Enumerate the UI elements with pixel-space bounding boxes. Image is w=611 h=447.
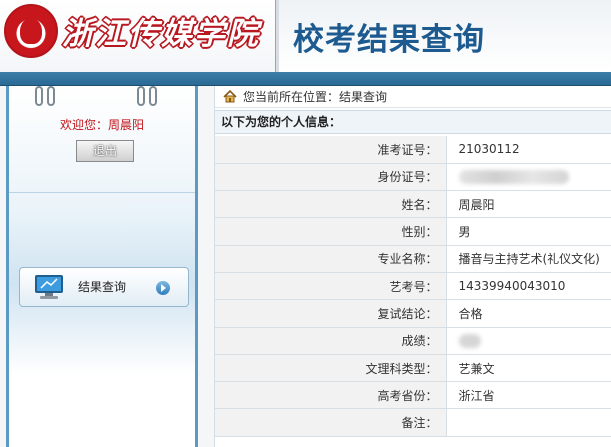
row-label: 性别： bbox=[215, 217, 447, 246]
system-title: 校考结果查询 bbox=[293, 22, 485, 58]
header-title-area: 校考结果查询 bbox=[279, 0, 611, 72]
binder-ring-icon bbox=[137, 86, 145, 106]
monitor-icon bbox=[35, 275, 63, 299]
school-name: 浙江传媒学院 bbox=[62, 16, 260, 52]
row-value: 周晨阳 bbox=[446, 190, 611, 219]
user-name: 周晨阳 bbox=[108, 118, 145, 132]
logout-button[interactable]: 退出 bbox=[76, 140, 134, 162]
school-logo bbox=[4, 4, 58, 58]
header-bar bbox=[0, 72, 611, 86]
logo-emblem-icon bbox=[20, 18, 42, 44]
table-row: 姓名： 周晨阳 bbox=[215, 190, 611, 219]
binder-ring-icon bbox=[35, 86, 43, 106]
welcome-prefix: 欢迎您： bbox=[59, 118, 108, 132]
table-row: 艺考号： 14339940043010 bbox=[215, 272, 611, 301]
row-value: 播音与主持艺术(礼仪文化) bbox=[446, 245, 611, 273]
table-row: 性别： 男 bbox=[215, 217, 611, 246]
row-value: 14339940043010 bbox=[446, 272, 611, 301]
header-brand: 浙江传媒学院 bbox=[0, 0, 275, 72]
section-title: 以下为您的个人信息： bbox=[215, 110, 611, 134]
row-value bbox=[446, 163, 611, 192]
sidebar-divider bbox=[9, 192, 195, 193]
table-row: 高考省份： 浙江省 bbox=[215, 381, 611, 410]
row-label: 艺考号： bbox=[215, 272, 447, 301]
redacted-id-number bbox=[458, 170, 569, 185]
main-content: 您当前所在位置：结果查询 以下为您的个人信息： 准考证号： 21030112 身… bbox=[214, 86, 611, 447]
table-row: 备注： bbox=[215, 408, 611, 437]
row-label: 文理科类型： bbox=[215, 354, 447, 383]
table-row: 身份证号： bbox=[215, 163, 611, 192]
page: 浙江传媒学院 校考结果查询 欢迎您：周晨阳 退出 结果查询 您当前所在位置：结果… bbox=[0, 0, 611, 447]
row-value bbox=[446, 408, 611, 437]
row-value: 合格 bbox=[446, 299, 611, 328]
welcome-message: 欢迎您：周晨阳 bbox=[9, 116, 195, 133]
row-value: 21030112 bbox=[446, 136, 611, 164]
table-row: 专业名称： 播音与主持艺术(礼仪文化) bbox=[215, 245, 611, 273]
chevron-right-icon bbox=[156, 281, 170, 295]
binder-ring-icon bbox=[149, 86, 157, 106]
row-label: 成绩： bbox=[215, 327, 447, 355]
table-row: 文理科类型： 艺兼文 bbox=[215, 354, 611, 383]
row-label: 姓名： bbox=[215, 190, 447, 219]
table-row: 准考证号： 21030112 bbox=[215, 136, 611, 164]
binder-rings-right bbox=[137, 86, 167, 110]
home-icon bbox=[223, 90, 237, 103]
row-label: 备注： bbox=[215, 408, 447, 437]
personal-info-table: 准考证号： 21030112 身份证号： 姓名： 周晨阳 性别： 男 专业名称：… bbox=[215, 136, 611, 437]
breadcrumb: 您当前所在位置：结果查询 bbox=[215, 86, 611, 108]
row-value: 男 bbox=[446, 217, 611, 246]
redacted-score bbox=[458, 333, 481, 348]
row-label: 专业名称： bbox=[215, 245, 447, 273]
row-value: 艺兼文 bbox=[446, 354, 611, 383]
binder-ring-icon bbox=[47, 86, 55, 106]
row-value bbox=[446, 327, 611, 355]
sidebar: 欢迎您：周晨阳 退出 结果查询 bbox=[6, 86, 198, 447]
header: 浙江传媒学院 校考结果查询 bbox=[0, 0, 611, 86]
row-value: 浙江省 bbox=[446, 381, 611, 410]
sidebar-item-label: 结果查询 bbox=[78, 280, 127, 294]
binder-rings-left bbox=[35, 86, 65, 110]
table-row: 复试结论： 合格 bbox=[215, 299, 611, 328]
row-label: 高考省份： bbox=[215, 381, 447, 410]
sidebar-item-result-query[interactable]: 结果查询 bbox=[19, 267, 189, 307]
table-row: 成绩： bbox=[215, 327, 611, 355]
row-label: 复试结论： bbox=[215, 299, 447, 328]
breadcrumb-text: 您当前所在位置：结果查询 bbox=[243, 90, 388, 104]
row-label: 身份证号： bbox=[215, 163, 447, 192]
row-label: 准考证号： bbox=[215, 136, 447, 164]
